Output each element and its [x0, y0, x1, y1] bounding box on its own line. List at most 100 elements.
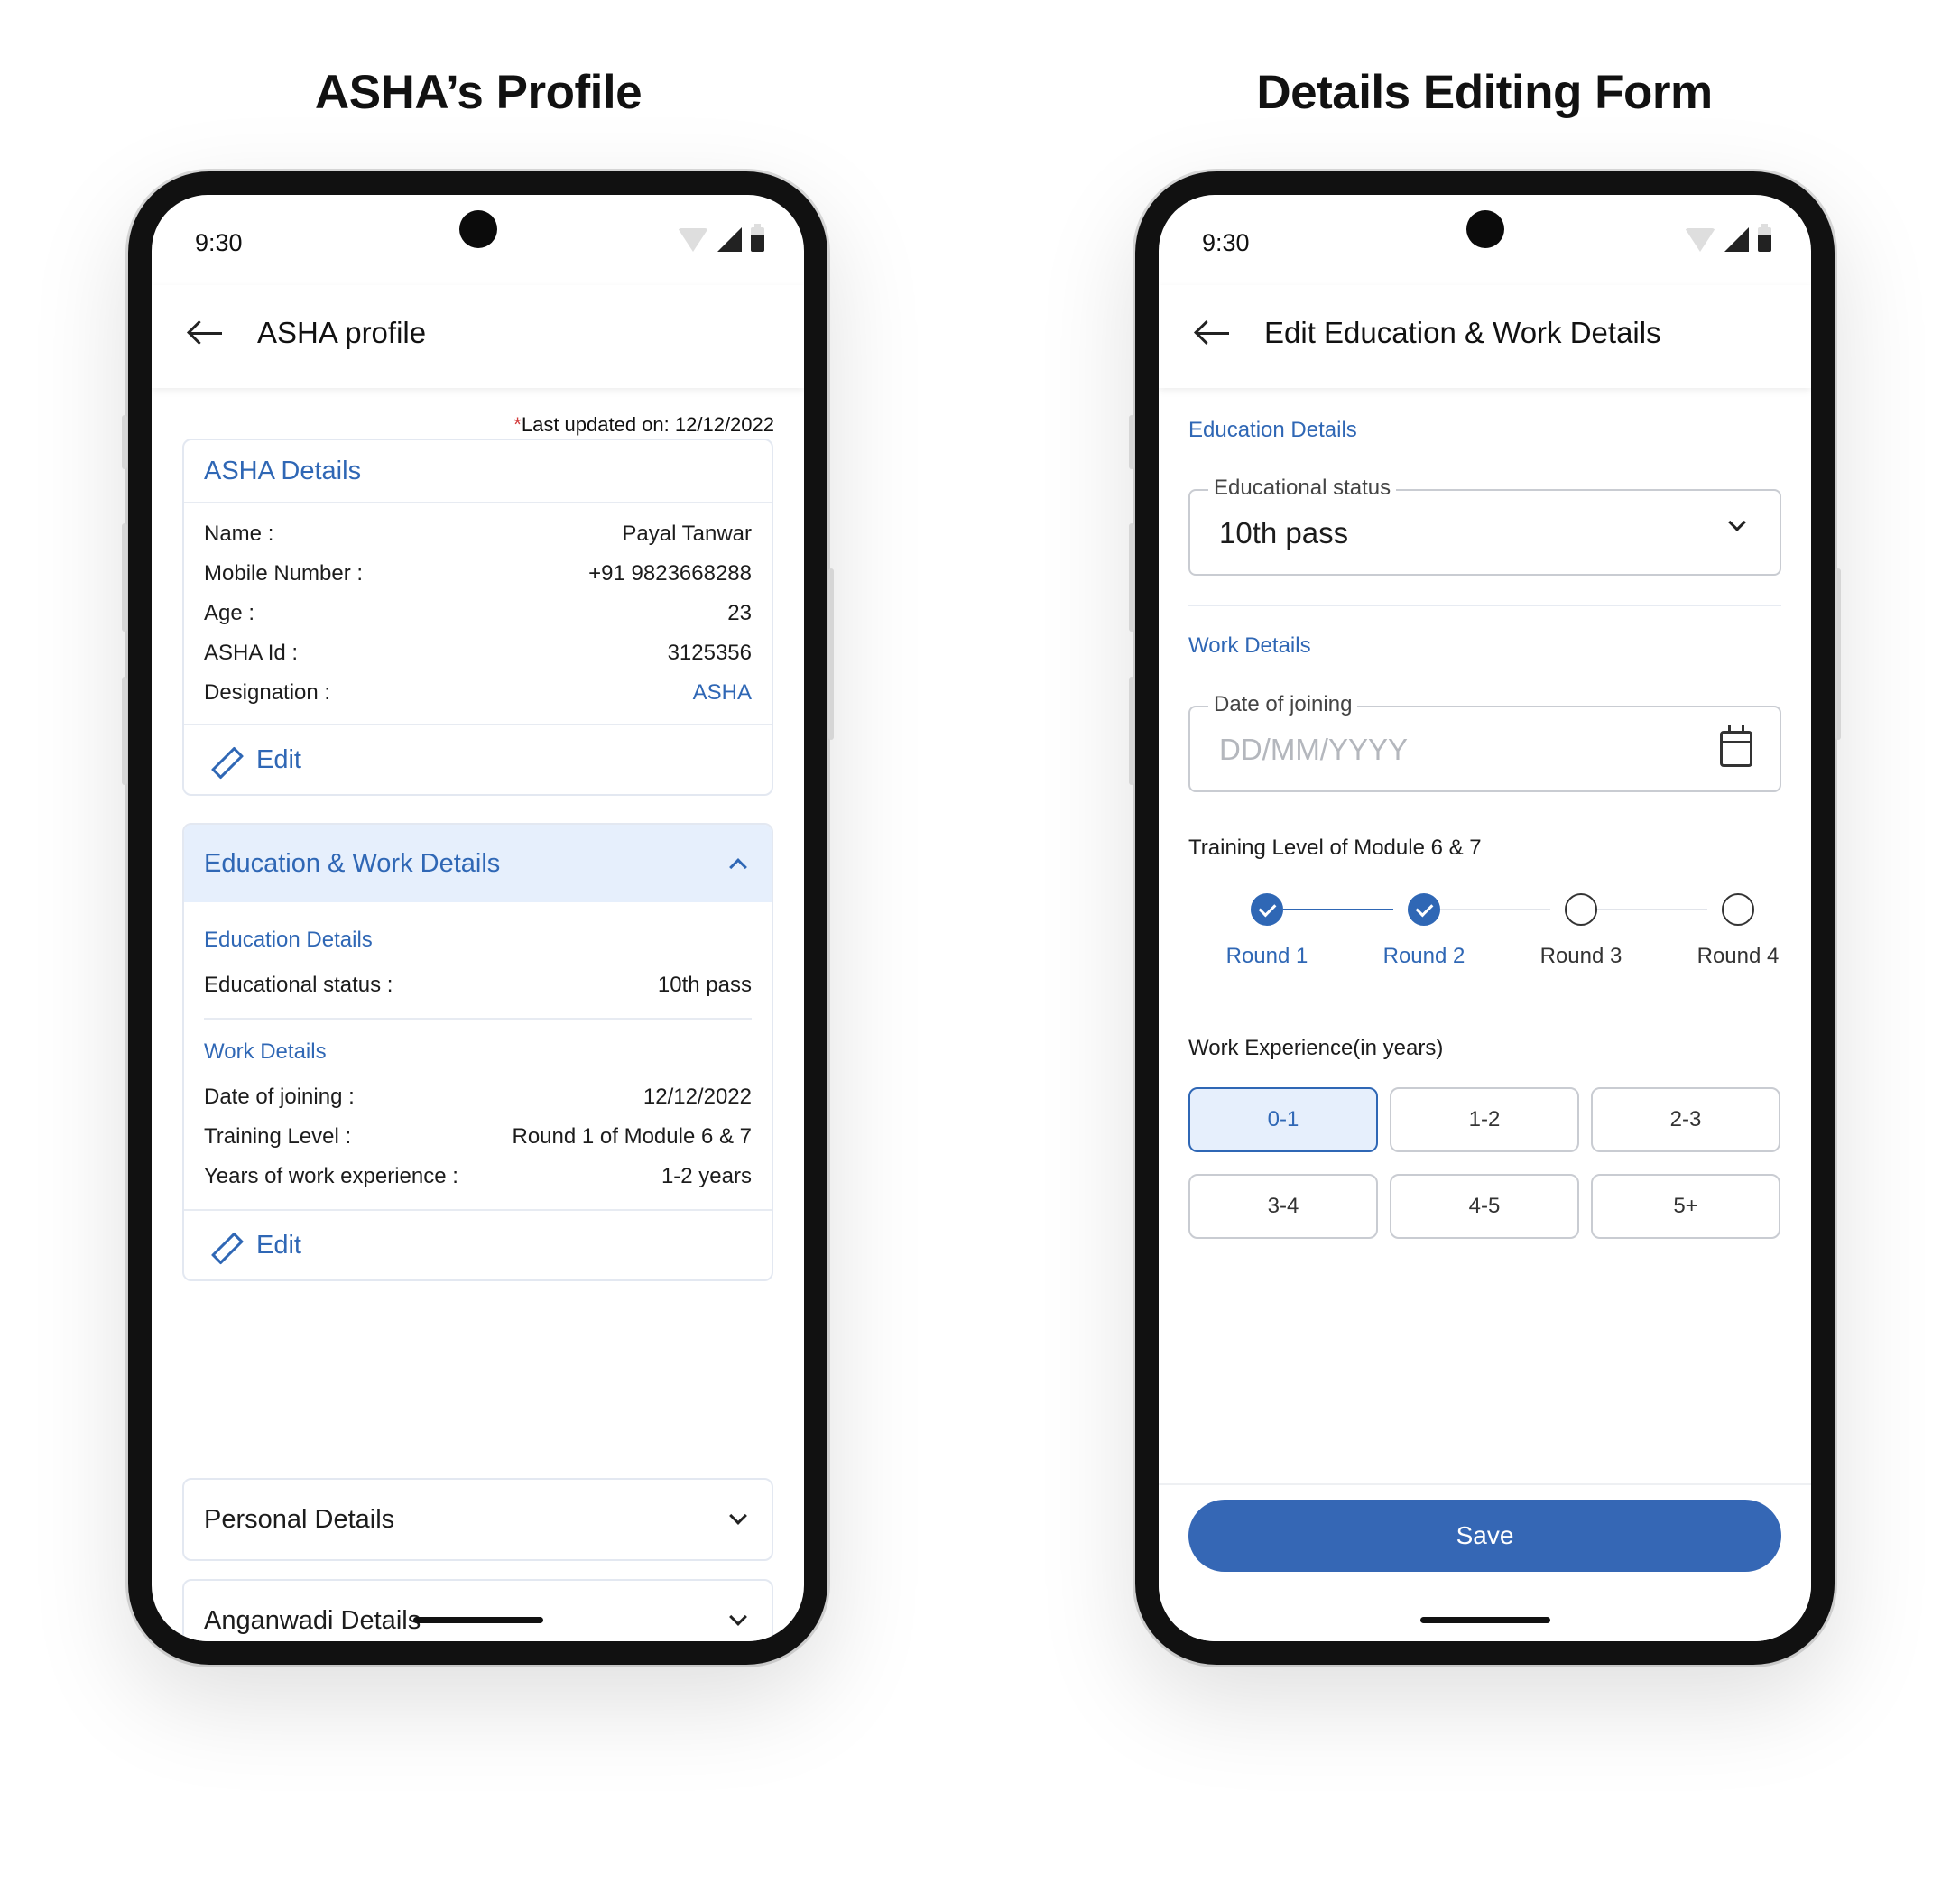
signal-icon	[1724, 227, 1749, 252]
status-time: 9:30	[1202, 229, 1250, 256]
edit-content: Education Details Educational status 10t…	[1159, 388, 1811, 1641]
side-button	[1129, 523, 1134, 632]
training-level-label: Training Level of Module 6 & 7	[1188, 836, 1482, 860]
education-subtitle: Education Details	[204, 928, 373, 952]
row-value: 3125356	[667, 641, 752, 665]
detail-row: Date of joining : 12/12/2022	[184, 1077, 772, 1117]
divider	[204, 1018, 752, 1020]
row-label: Training Level :	[204, 1124, 352, 1149]
app-bar: Edit Education & Work Details	[1159, 285, 1811, 388]
accordion-title: Anganwadi Details	[204, 1605, 421, 1635]
experience-chip[interactable]: 0-1	[1188, 1087, 1378, 1152]
designation-link[interactable]: ASHA	[693, 680, 752, 706]
check-circle-icon	[1408, 893, 1440, 926]
work-experience-label: Work Experience(in years)	[1188, 1036, 1444, 1060]
chevron-down-icon	[729, 1608, 747, 1626]
pencil-icon	[206, 1230, 236, 1261]
field-label: Date of joining	[1208, 692, 1358, 717]
experience-chip[interactable]: 4-5	[1390, 1174, 1579, 1239]
detail-row: Designation : ASHA	[184, 673, 772, 713]
signal-icon	[717, 227, 742, 252]
battery-icon	[751, 224, 764, 252]
select-value: 10th pass	[1219, 516, 1349, 550]
row-label: Educational status :	[204, 973, 393, 997]
asha-details-header: ASHA Details	[184, 440, 772, 503]
camera-cutout	[458, 210, 497, 248]
home-indicator[interactable]	[1419, 1617, 1550, 1623]
round-label: Round 2	[1382, 944, 1465, 968]
page-title: Edit Education & Work Details	[1264, 316, 1661, 349]
wifi-icon	[1685, 227, 1715, 252]
round-label: Round 3	[1539, 944, 1623, 968]
detail-row: Educational status : 10th pass	[184, 965, 772, 1005]
empty-circle-icon	[1565, 893, 1597, 926]
experience-chip[interactable]: 1-2	[1390, 1087, 1579, 1152]
row-value: +91 9823668288	[588, 561, 752, 586]
app-bar: ASHA profile	[152, 285, 804, 388]
accordion-title: Education & Work Details	[204, 848, 501, 878]
status-bar: 9:30	[1159, 195, 1811, 285]
round-step[interactable]: Round 2	[1345, 893, 1502, 969]
profile-screen: 9:30 ASHA profile *Last updated on: 12/1…	[152, 195, 804, 1641]
round-step[interactable]: Round 4	[1660, 893, 1811, 969]
last-updated-text: Last updated on: 12/12/2022	[521, 413, 774, 436]
education-edit-button[interactable]: Edit	[184, 1209, 772, 1279]
personal-details-accordion[interactable]: Personal Details	[182, 1478, 773, 1561]
camera-cutout	[1465, 210, 1504, 248]
row-label: ASHA Id :	[204, 641, 299, 665]
profile-content: *Last updated on: 12/12/2022 ASHA Detail…	[152, 388, 804, 1641]
row-value: 10th pass	[657, 973, 752, 997]
calendar-icon[interactable]	[1720, 725, 1752, 767]
education-section-label: Education Details	[1188, 418, 1357, 442]
asha-edit-button[interactable]: Edit	[184, 724, 772, 794]
right-heading: Details Editing Form	[1256, 66, 1713, 119]
chevron-up-icon	[729, 858, 747, 876]
wifi-icon	[678, 227, 708, 252]
detail-row: Name : Payal Tanwar	[184, 514, 772, 554]
detail-row: ASHA Id : 3125356	[184, 633, 772, 673]
side-button	[1835, 568, 1841, 740]
row-label: Name :	[204, 522, 274, 546]
row-value: 23	[727, 601, 752, 625]
educational-status-select[interactable]: Educational status 10th pass	[1188, 476, 1781, 576]
row-value: 1-2 years	[661, 1164, 752, 1188]
experience-chip[interactable]: 3-4	[1188, 1174, 1378, 1239]
edit-label: Edit	[256, 744, 301, 774]
round-step[interactable]: Round 3	[1502, 893, 1660, 969]
row-value: Payal Tanwar	[622, 522, 752, 546]
anganwadi-details-accordion[interactable]: Anganwadi Details	[182, 1579, 773, 1641]
round-step[interactable]: Round 1	[1188, 893, 1345, 969]
check-circle-icon	[1251, 893, 1283, 926]
row-value: Round 1 of Module 6 & 7	[512, 1124, 752, 1149]
edit-label: Edit	[256, 1230, 301, 1260]
date-of-joining-field[interactable]: Date of joining DD/MM/YYYY	[1188, 692, 1781, 792]
row-label: Mobile Number :	[204, 561, 364, 586]
experience-chip[interactable]: 5+	[1591, 1174, 1780, 1239]
experience-chip[interactable]: 2-3	[1591, 1087, 1780, 1152]
back-arrow-icon[interactable]	[1193, 319, 1233, 346]
pencil-icon	[206, 744, 236, 775]
empty-circle-icon	[1722, 893, 1754, 926]
education-work-card: Education & Work Details Education Detai…	[182, 823, 773, 1281]
chevron-down-icon	[729, 1507, 747, 1525]
work-subtitle: Work Details	[204, 1039, 327, 1064]
round-label: Round 1	[1225, 944, 1308, 968]
work-section-label: Work Details	[1188, 633, 1311, 658]
divider	[1188, 605, 1781, 606]
round-label: Round 4	[1697, 944, 1780, 968]
back-arrow-icon[interactable]	[186, 319, 226, 346]
status-bar: 9:30	[152, 195, 804, 285]
row-value: 12/12/2022	[643, 1085, 752, 1109]
row-label: Date of joining :	[204, 1085, 355, 1109]
asha-details-card: ASHA Details Name : Payal Tanwar Mobile N…	[182, 439, 773, 796]
page: ASHA’s Profile Details Editing Form 9:30…	[0, 0, 1960, 1884]
row-label: Age :	[204, 601, 255, 625]
education-work-accordion-header[interactable]: Education & Work Details	[184, 825, 772, 902]
field-label: Educational status	[1208, 476, 1397, 501]
education-work-body: Education Details Educational status : 10…	[184, 902, 772, 1196]
anganwadi-details-header: Anganwadi Details	[184, 1581, 772, 1641]
home-indicator[interactable]	[412, 1617, 543, 1623]
save-button[interactable]: Save	[1188, 1500, 1781, 1572]
detail-row: Years of work experience : 1-2 years	[184, 1157, 772, 1196]
edit-phone: 9:30 Edit Education & Work Details Educa…	[1129, 171, 1841, 1665]
